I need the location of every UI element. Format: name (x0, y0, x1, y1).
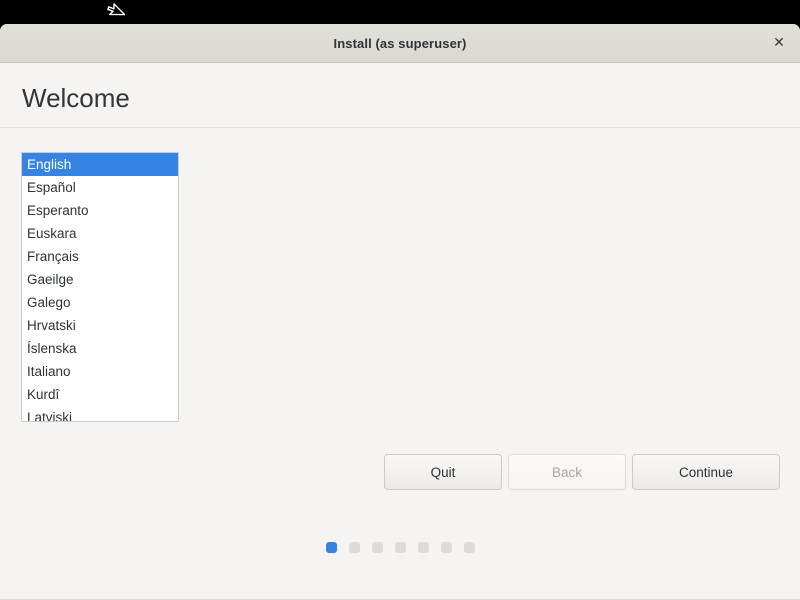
language-list-item[interactable]: Galego (22, 291, 178, 314)
language-list-item[interactable]: Español (22, 176, 178, 199)
language-list-item[interactable]: Français (22, 245, 178, 268)
window-titlebar[interactable]: Install (as superuser) ✕ (0, 24, 800, 63)
close-icon[interactable]: ✕ (768, 32, 790, 54)
step-dot[interactable] (371, 542, 383, 553)
page-header: Welcome (0, 63, 800, 127)
step-dot-active[interactable] (325, 542, 337, 553)
back-button: Back (508, 454, 626, 490)
page-title: Welcome (22, 83, 130, 113)
language-list-item[interactable]: Italiano (22, 360, 178, 383)
step-dot[interactable] (348, 542, 360, 553)
language-list[interactable]: English Español Esperanto Euskara Français Ga… (21, 152, 179, 422)
step-indicator (0, 542, 800, 553)
language-list-item[interactable]: Esperanto (22, 199, 178, 222)
arrow-cursor-icon (103, 0, 126, 22)
continue-button[interactable]: Continue (632, 454, 780, 490)
quit-button[interactable]: Quit (384, 454, 502, 490)
installer-window: Install (as superuser) ✕ Welcome English… (0, 24, 800, 600)
navigation-buttons: Quit Back Continue (384, 454, 780, 490)
language-list-item[interactable]: Latviski (22, 406, 178, 421)
language-list-item[interactable]: Euskara (22, 222, 178, 245)
language-list-item[interactable]: Kurdî (22, 383, 178, 406)
step-dot[interactable] (463, 542, 475, 553)
step-dot[interactable] (440, 542, 452, 553)
language-list-item[interactable]: Hrvatski (22, 314, 178, 337)
language-list-item[interactable]: English (22, 153, 178, 176)
step-dot[interactable] (394, 542, 406, 553)
step-dot[interactable] (417, 542, 429, 553)
language-list-item[interactable]: Íslenska (22, 337, 178, 360)
page-content: English Español Esperanto Euskara Français Ga… (0, 128, 800, 600)
window-title: Install (as superuser) (333, 35, 467, 51)
language-list-item[interactable]: Gaeilge (22, 268, 178, 291)
desktop-background: Install (as superuser) ✕ Welcome English… (0, 0, 800, 600)
